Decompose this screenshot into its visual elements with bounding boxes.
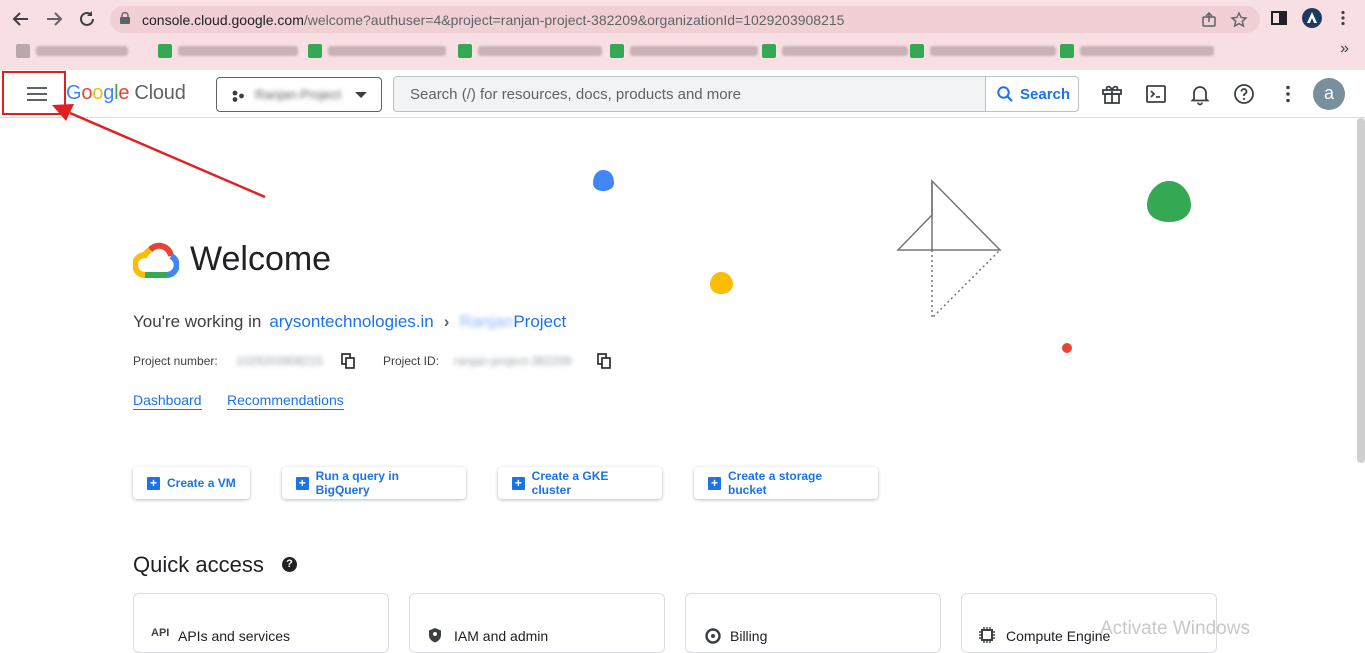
project-id-value: ranjan-project-382209 — [454, 354, 572, 368]
google-cloud-icon — [133, 242, 179, 278]
create-gke-cluster-button[interactable]: + Create a GKE cluster — [498, 467, 662, 499]
chevron-right-icon: › — [443, 312, 450, 331]
compute-engine-icon — [979, 627, 995, 643]
plus-icon: + — [708, 476, 721, 490]
activate-windows-watermark: Activate Windows — [1100, 618, 1250, 639]
page-scrollbar[interactable] — [1357, 118, 1365, 463]
shield-icon — [429, 628, 441, 643]
create-storage-bucket-button[interactable]: + Create a storage bucket — [694, 467, 878, 499]
create-vm-button[interactable]: + Create a VM — [133, 467, 250, 499]
organization-link[interactable]: arysontechnologies.in — [269, 312, 433, 331]
page-title: Welcome — [190, 240, 332, 278]
copy-icon[interactable] — [341, 353, 355, 369]
run-bigquery-button[interactable]: + Run a query in BigQuery — [282, 467, 466, 499]
project-id-label: Project ID: — [383, 354, 440, 368]
copy-icon[interactable] — [597, 353, 611, 369]
recommendations-link[interactable]: Recommendations — [227, 392, 344, 410]
card-iam-and-admin[interactable]: IAM and admin — [409, 593, 665, 653]
dashboard-link[interactable]: Dashboard — [133, 392, 202, 410]
project-link[interactable]: Project — [513, 312, 566, 331]
working-in-breadcrumb: You're working in arysontechnologies.in › R… — [133, 312, 567, 331]
quick-access-title: Quick access — [133, 552, 264, 577]
project-name-blurred[interactable]: Ranjan — [459, 312, 513, 331]
project-number-value: 1029203908215 — [236, 354, 323, 368]
help-circle-icon[interactable]: ? — [282, 557, 297, 572]
plus-icon: + — [147, 476, 160, 490]
card-billing[interactable]: Billing — [685, 593, 941, 653]
project-number-label: Project number: — [133, 354, 218, 368]
plus-icon: + — [296, 476, 309, 490]
card-apis-and-services[interactable]: API APIs and services — [133, 593, 389, 653]
plus-icon: + — [512, 476, 525, 490]
api-icon: API — [151, 627, 170, 639]
